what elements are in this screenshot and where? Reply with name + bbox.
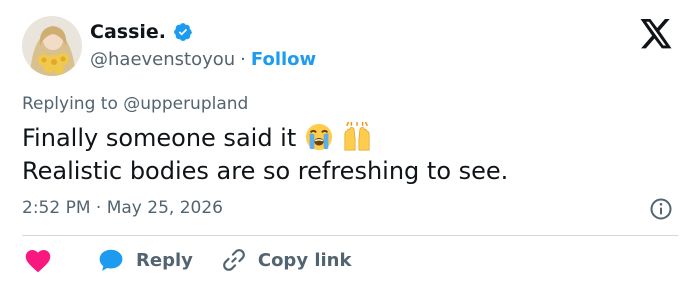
loudly-crying-face-icon [305,123,333,151]
tweet-timestamp[interactable]: 2:52 PM · May 25, 2026 [22,198,223,218]
tweet-line-1: Finally someone said it [22,122,508,155]
action-bar: Reply Copy link [22,246,351,274]
reply-bubble-icon [99,249,123,271]
copy-link-button[interactable]: Copy link [193,247,352,273]
link-icon [223,249,245,271]
author-handle-row: @haevenstoyou · Follow [90,49,316,70]
tweet-date: May 25, 2026 [106,198,223,218]
author-handle[interactable]: @haevenstoyou [90,49,235,70]
separator-dot: · [240,49,246,70]
meta-separator: · [95,198,102,218]
replying-prefix: Replying to [22,94,118,114]
heart-icon [25,249,51,273]
reply-button[interactable]: Reply [52,248,193,272]
tweet-time: 2:52 PM [22,198,91,218]
info-icon[interactable] [649,197,673,221]
tweet-text: Finally someone said it Realistic bodies… [22,122,508,188]
divider [22,235,678,236]
reply-mention-link[interactable]: @upperupland [123,94,248,114]
follow-button[interactable]: Follow [251,49,316,70]
raising-hands-icon [343,122,370,151]
reply-label: Reply [136,249,193,271]
like-button[interactable] [22,247,52,273]
author-name[interactable]: Cassie. [90,21,166,43]
avatar[interactable] [22,16,82,76]
x-logo-icon[interactable] [640,19,673,49]
author-name-row: Cassie. [90,21,193,43]
copy-link-label: Copy link [257,249,352,271]
tweet-line-2: Realistic bodies are so refreshing to se… [22,157,509,185]
verified-badge-icon [174,23,192,41]
replying-to: Replying to @upperupland [22,94,248,114]
tweet-line-1-text: Finally someone said it [22,124,297,152]
